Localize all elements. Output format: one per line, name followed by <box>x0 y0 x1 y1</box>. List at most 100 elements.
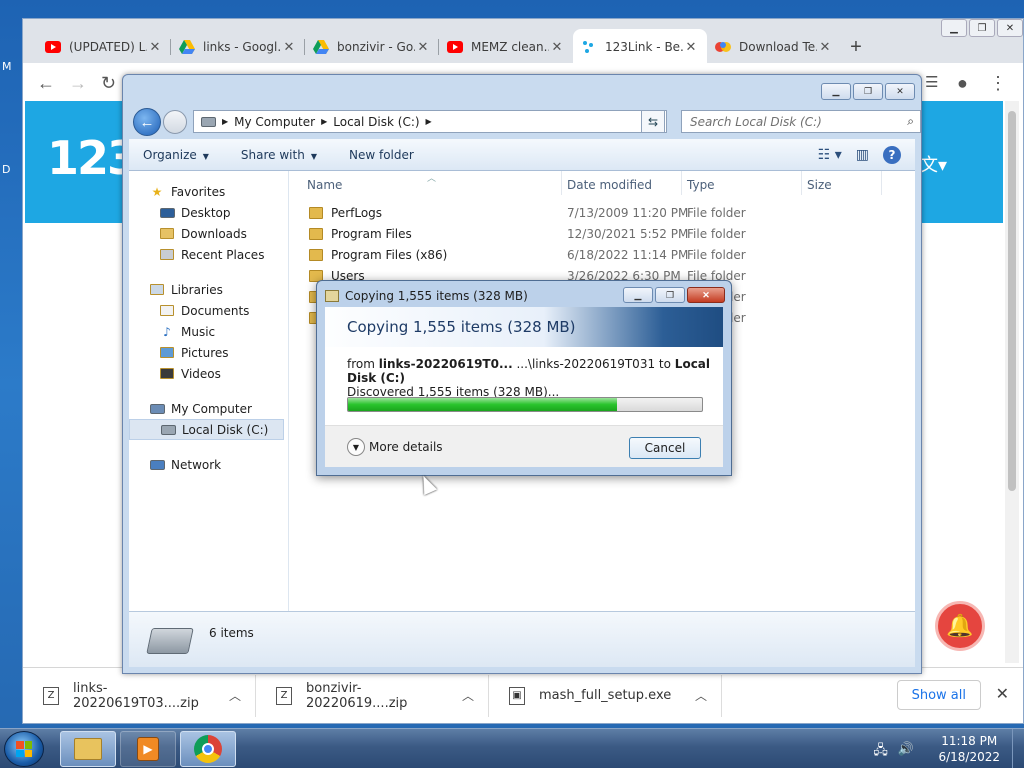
nav-item-desktop[interactable]: Desktop <box>129 202 288 223</box>
column-header-type[interactable]: Type <box>687 178 715 192</box>
breadcrumb-arrow-icon[interactable]: ▶ <box>426 117 432 126</box>
organize-button[interactable]: Organize ▼ <box>143 148 209 162</box>
nav-network[interactable]: Network <box>129 454 288 475</box>
show-desktop-button[interactable] <box>1012 729 1024 768</box>
chevron-up-icon[interactable]: ︿ <box>229 687 241 704</box>
volume-icon[interactable]: 🔊 <box>898 741 914 763</box>
new-folder-button[interactable]: New folder <box>349 148 414 162</box>
taskbar-explorer-button[interactable] <box>60 731 116 767</box>
forward-arrow-icon[interactable]: → <box>69 73 87 94</box>
command-bar: Organize ▼ Share with ▼ New folder ☷ ▾ ▥ ? <box>129 139 915 171</box>
file-row[interactable]: PerfLogs 7/13/2009 11:20 PM File folder <box>289 202 915 223</box>
nav-favorites[interactable]: ★ Favorites <box>129 181 288 202</box>
share-with-button[interactable]: Share with ▼ <box>241 148 317 162</box>
close-tab-icon[interactable]: ✕ <box>147 39 163 55</box>
nav-item-videos[interactable]: Videos <box>129 363 288 384</box>
close-button[interactable]: ✕ <box>885 83 915 100</box>
close-tab-icon[interactable]: ✕ <box>415 39 431 55</box>
close-downloads-icon[interactable]: ✕ <box>996 684 1009 704</box>
taskbar-chrome-button[interactable] <box>180 731 236 767</box>
profile-avatar-icon[interactable]: ● <box>957 73 968 94</box>
preview-pane-icon[interactable]: ▥ <box>856 147 869 163</box>
download-item[interactable]: ▣ mash_full_setup.exe ︿ <box>489 674 722 717</box>
zip-file-icon: Z <box>276 686 292 705</box>
breadcrumb-arrow-icon[interactable]: ▶ <box>222 117 228 126</box>
close-tab-icon[interactable]: ✕ <box>281 39 297 55</box>
network-icon[interactable]: 🖧 <box>873 741 888 763</box>
reading-list-icon[interactable]: ☰ <box>925 73 938 91</box>
desktop-icon-label[interactable]: M <box>2 60 12 73</box>
help-icon[interactable]: ? <box>883 146 901 164</box>
copy-source-path: ...\links-20220619T031 <box>516 357 656 371</box>
page-scrollbar[interactable] <box>1005 101 1019 663</box>
cancel-button[interactable]: Cancel <box>629 437 701 459</box>
nav-item-recent-places[interactable]: Recent Places <box>129 244 288 265</box>
minimize-button[interactable]: ▁ <box>821 83 851 100</box>
nav-libraries[interactable]: Libraries <box>129 279 288 300</box>
desktop-icon <box>159 206 175 220</box>
nav-item-pictures[interactable]: Pictures <box>129 342 288 363</box>
address-bar[interactable]: ▶ My Computer ▶ Local Disk (C:) ▶ ▼ <box>193 110 667 133</box>
close-button[interactable]: ✕ <box>997 19 1023 37</box>
browser-tab[interactable]: (UPDATED) L... ✕ <box>37 29 171 65</box>
back-arrow-icon[interactable]: ← <box>37 73 55 94</box>
column-header-name[interactable]: Name <box>307 178 342 192</box>
browser-tab-active[interactable]: 123Link - Be... ✕ <box>573 29 707 65</box>
clock[interactable]: 11:18 PM 6/18/2022 <box>938 733 1000 765</box>
chevron-up-icon[interactable]: ︿ <box>695 687 707 704</box>
taskbar-media-player-button[interactable]: ▶ <box>120 731 176 767</box>
chevron-up-icon[interactable]: ︿ <box>462 687 474 704</box>
browser-tab[interactable]: MEMZ clean... ✕ <box>439 29 573 65</box>
nav-item-documents[interactable]: Documents <box>129 300 288 321</box>
drive-icon <box>160 423 176 437</box>
download-filename: bonzivir-20220619....zip <box>306 680 408 711</box>
new-tab-button[interactable]: + <box>841 29 871 65</box>
browser-tab[interactable]: bonzivir - Go... ✕ <box>305 29 439 65</box>
maximize-button[interactable]: ❐ <box>853 83 883 100</box>
search-icon[interactable]: ⌕ <box>907 114 914 129</box>
close-tab-icon[interactable]: ✕ <box>817 39 833 55</box>
view-options-icon[interactable]: ☷ ▾ <box>818 147 842 163</box>
notification-bell-icon[interactable]: 🔔 <box>935 601 985 651</box>
system-tray: 🖧 🔊 <box>873 741 914 763</box>
copy-source[interactable]: links-20220619T0... <box>379 357 513 371</box>
scrollbar-thumb[interactable] <box>1008 111 1016 491</box>
download-item[interactable]: Z links-20220619T03....zip ︿ <box>23 674 256 717</box>
google-drive-icon <box>313 39 329 55</box>
translate-icon[interactable]: 文▾ <box>920 151 947 177</box>
nav-item-downloads[interactable]: Downloads <box>129 223 288 244</box>
clock-date: 6/18/2022 <box>938 750 1000 764</box>
browser-tab[interactable]: links - Googl... ✕ <box>171 29 305 65</box>
reload-icon[interactable]: ↻ <box>101 73 116 94</box>
show-all-button[interactable]: Show all <box>896 680 981 710</box>
back-button[interactable]: ← <box>133 108 161 136</box>
nav-item-music[interactable]: ♪ Music <box>129 321 288 342</box>
search-input[interactable]: Search Local Disk (C:) ⌕ <box>681 110 921 133</box>
minimize-button[interactable]: ▁ <box>941 19 967 37</box>
column-header-date[interactable]: Date modified <box>567 178 652 192</box>
download-item[interactable]: Z bonzivir-20220619....zip ︿ <box>256 674 489 717</box>
browser-tab[interactable]: Download Te... ✕ <box>707 29 841 65</box>
maximize-button[interactable]: ❐ <box>969 19 995 37</box>
maximize-button[interactable]: ❐ <box>655 287 685 303</box>
nav-my-computer[interactable]: My Computer <box>129 398 288 419</box>
forward-button[interactable] <box>163 110 187 134</box>
refresh-button[interactable]: ⇆ <box>641 110 665 133</box>
nav-item-local-disk[interactable]: Local Disk (C:) <box>129 419 284 440</box>
star-icon: ★ <box>151 184 163 199</box>
close-button[interactable]: ✕ <box>687 287 725 303</box>
desktop-icon-label[interactable]: D <box>2 163 10 176</box>
close-tab-icon[interactable]: ✕ <box>683 39 699 55</box>
column-header-size[interactable]: Size <box>807 178 832 192</box>
breadcrumb-my-computer[interactable]: My Computer <box>234 115 315 129</box>
breadcrumb-local-disk[interactable]: Local Disk (C:) <box>333 115 419 129</box>
file-row[interactable]: Program Files 12/30/2021 5:52 PM File fo… <box>289 223 915 244</box>
breadcrumb-arrow-icon[interactable]: ▶ <box>321 117 327 126</box>
start-button[interactable] <box>4 731 44 767</box>
more-details-toggle[interactable]: ▼ More details <box>347 438 443 456</box>
more-menu-icon[interactable]: ⋮ <box>989 73 1007 94</box>
close-tab-icon[interactable]: ✕ <box>549 39 565 55</box>
file-row[interactable]: Program Files (x86) 6/18/2022 11:14 PM F… <box>289 244 915 265</box>
minimize-button[interactable]: ▁ <box>623 287 653 303</box>
chevron-down-icon: ▼ <box>347 438 365 456</box>
